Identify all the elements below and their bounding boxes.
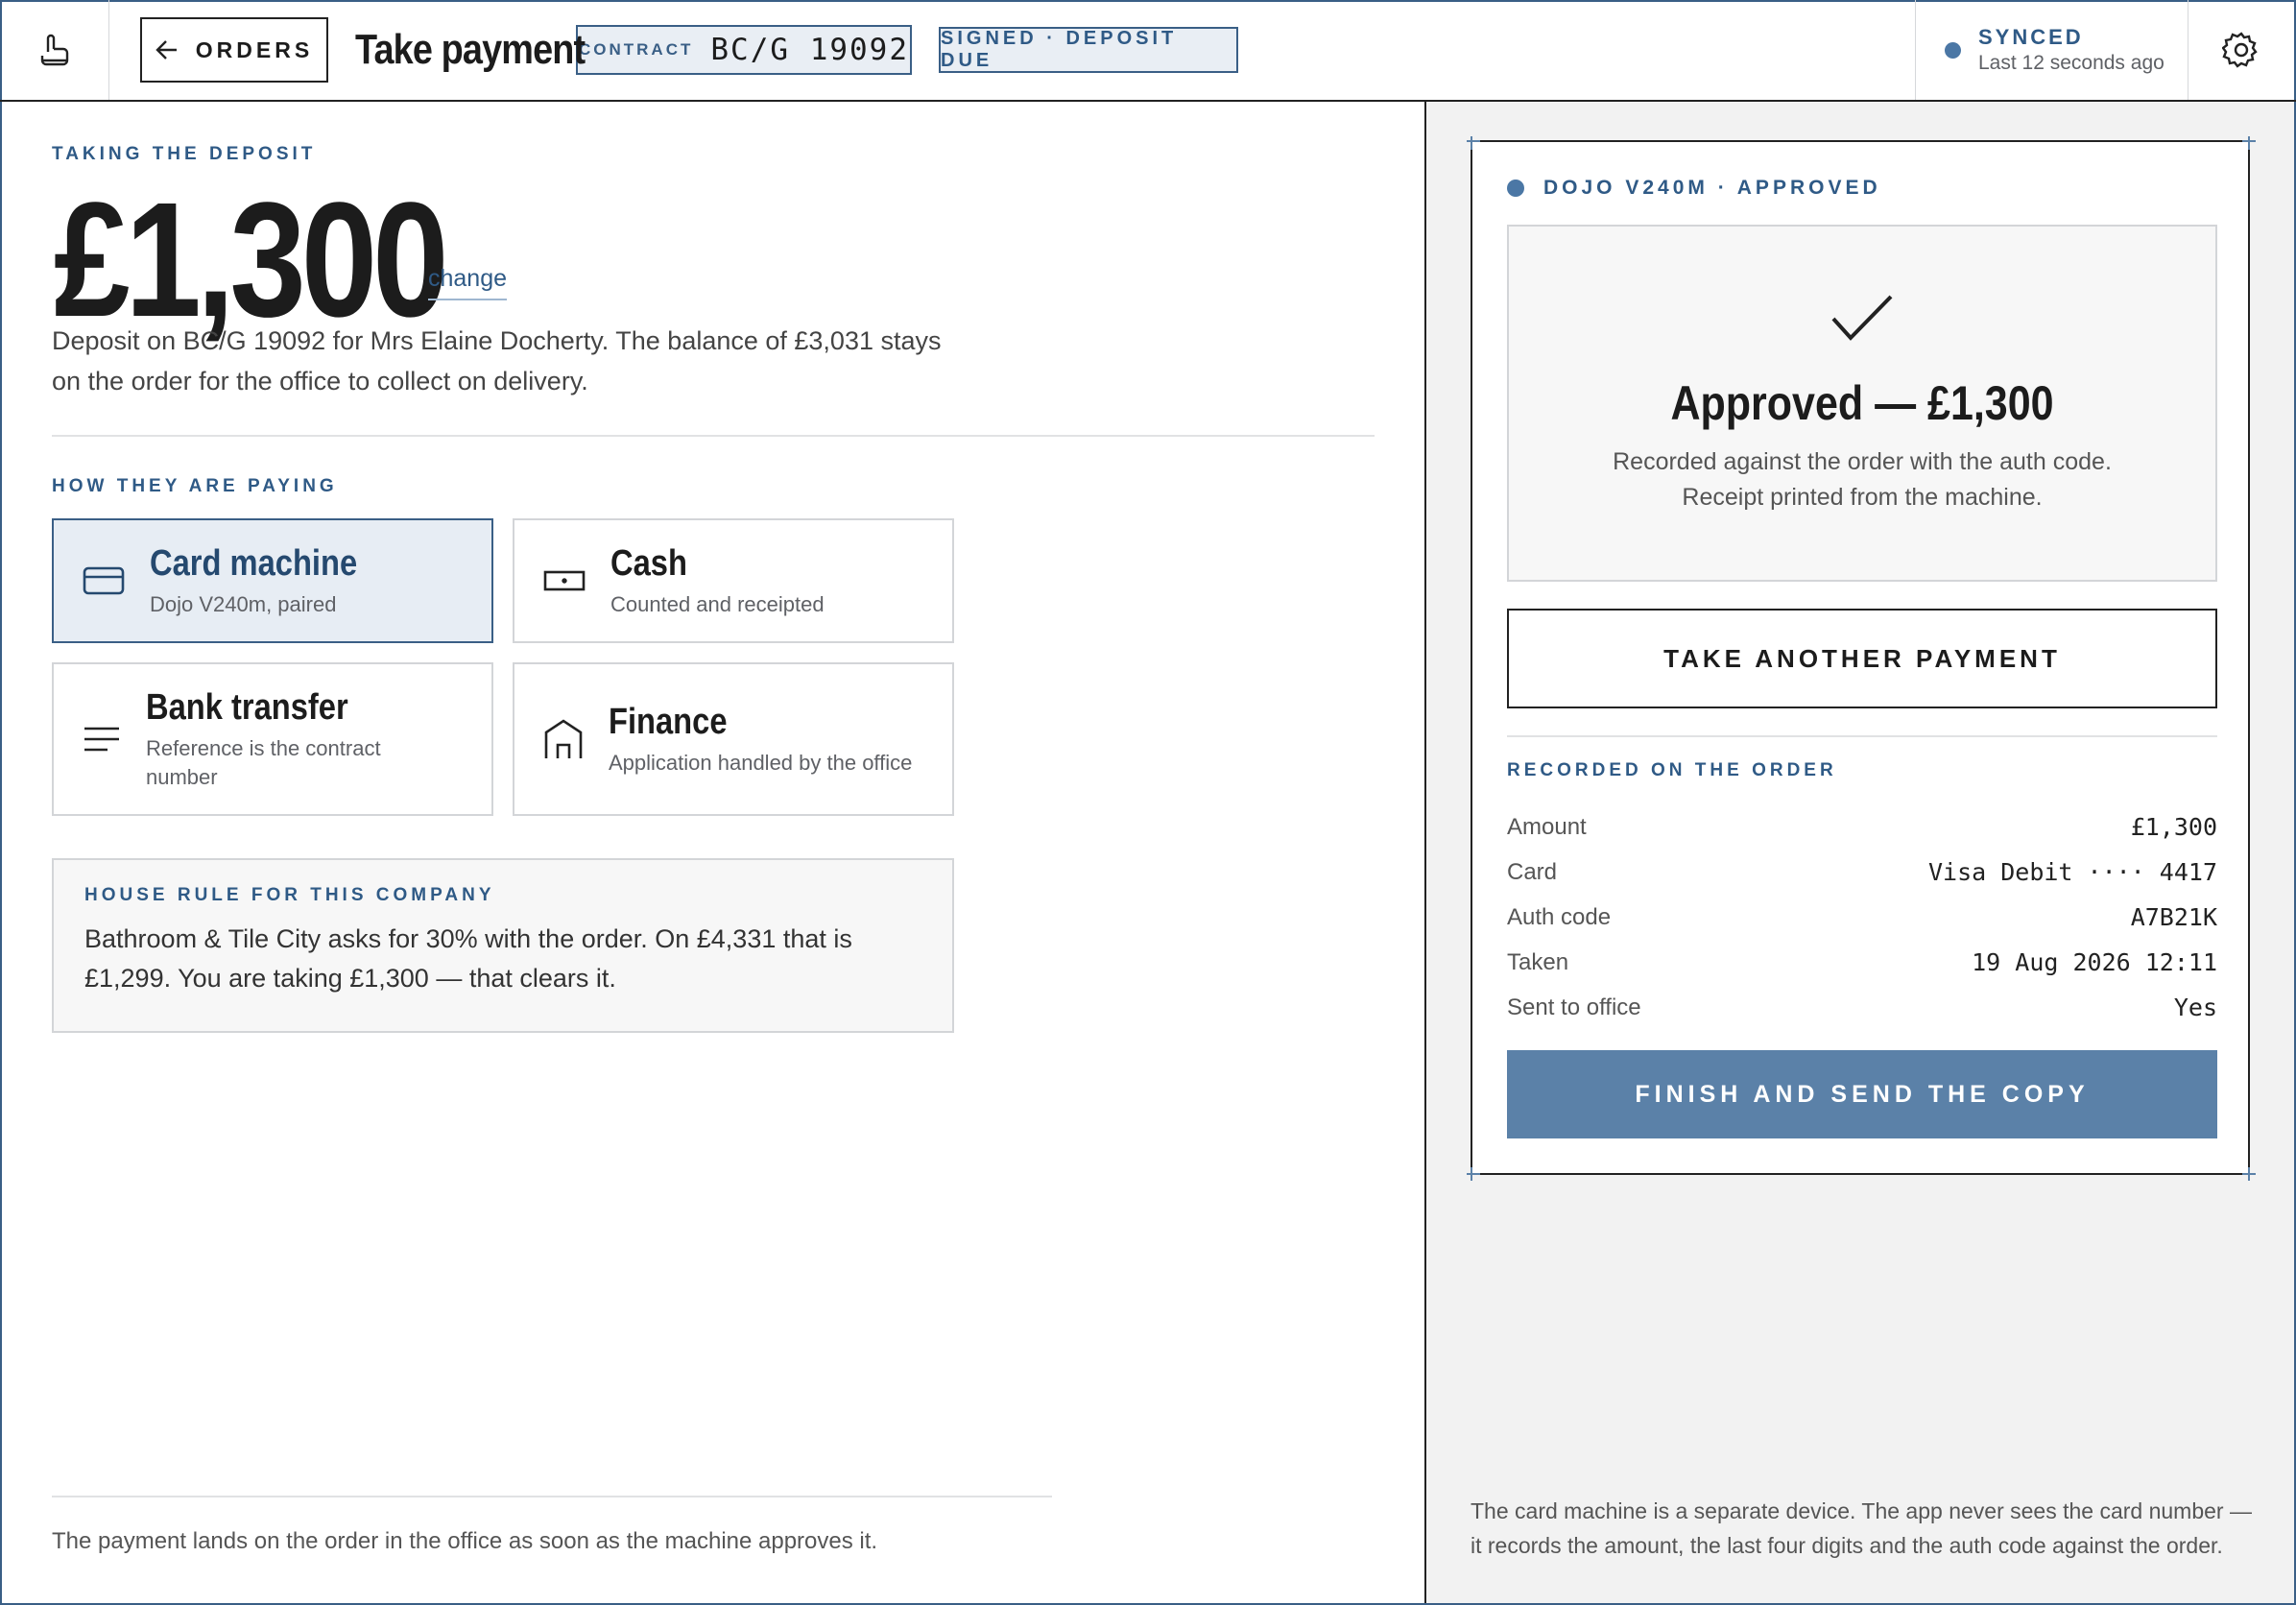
recorded-fields: Amount £1,300 Card Visa Debit ···· 4417 … (1507, 804, 2217, 1030)
divider (1507, 735, 2217, 737)
deposit-amount: £1,300 (54, 169, 449, 351)
method-bank-transfer[interactable]: Bank transfer Reference is the contract … (52, 662, 493, 816)
corner-mark (2248, 136, 2250, 150)
settings-button[interactable] (2188, 0, 2294, 100)
field-key: Sent to office (1507, 994, 1641, 1020)
house-rule-eyebrow: HOUSE RULE FOR THIS COMPANY (84, 885, 495, 905)
back-to-orders-button[interactable]: ORDERS (140, 17, 328, 83)
approved-line-2: Receipt printed from the machine. (1682, 484, 2043, 511)
sync-dot-icon (1945, 41, 1961, 59)
result-panel: DOJO V240M · APPROVED Approved — £1,300 … (1424, 102, 2294, 1603)
status-badge: SIGNED · DEPOSIT DUE (939, 27, 1238, 73)
sync-subtitle: Last 12 seconds ago (1978, 52, 2164, 74)
cash-icon (543, 570, 586, 591)
device-status-text: DOJO V240M · APPROVED (1543, 177, 1881, 199)
contract-label: CONTRACT (578, 40, 694, 59)
hand-icon (40, 34, 68, 66)
method-sub: Reference is the contract number (146, 735, 381, 789)
sync-status: SYNCED Last 12 seconds ago (1915, 0, 2188, 100)
field-row-card: Card Visa Debit ···· 4417 (1507, 850, 2217, 895)
corner-mark (1467, 1173, 1480, 1175)
field-key: Card (1507, 858, 1558, 885)
building-icon (544, 719, 583, 758)
change-amount-link[interactable]: change (428, 265, 508, 300)
method-card-machine[interactable]: Card machine Dojo V240m, paired (52, 518, 493, 643)
field-value: Yes (2173, 994, 2217, 1021)
house-rule-box: HOUSE RULE FOR THIS COMPANY Bathroom & T… (52, 858, 954, 1033)
corner-mark (1467, 140, 1480, 142)
approved-line-1: Recorded against the order with the auth… (1613, 448, 2112, 475)
footer-note-right: The card machine is a separate device. T… (1471, 1498, 2252, 1558)
payment-form: TAKING THE DEPOSIT £1,300 change Deposit… (0, 102, 1424, 1603)
device-status: DOJO V240M · APPROVED (1507, 177, 1881, 200)
status-dot-icon (1507, 180, 1524, 197)
field-row-sent: Sent to office Yes (1507, 985, 2217, 1030)
field-key: Auth code (1507, 903, 1612, 930)
payment-method-eyebrow: HOW THEY ARE PAYING (52, 476, 338, 496)
sync-title: SYNCED (1978, 25, 2084, 49)
finish-and-send-button[interactable]: FINISH AND SEND THE COPY (1507, 1050, 2217, 1138)
divider (52, 1496, 1052, 1497)
field-row-amount: Amount £1,300 (1507, 804, 2217, 850)
approved-box: Approved — £1,300 Recorded against the o… (1507, 225, 2217, 582)
top-bar: ORDERS Take payment CONTRACT BC/G 19092 … (0, 0, 2296, 102)
field-row-auth-code: Auth code A7B21K (1507, 895, 2217, 940)
field-value: £1,300 (2130, 813, 2217, 841)
payment-method-grid: Card machine Dojo V240m, paired Cash Cou… (52, 518, 954, 816)
method-name: Finance (609, 701, 728, 742)
field-value: A7B21K (2130, 903, 2217, 931)
corner-mark (1471, 136, 1472, 150)
method-sub: Application handled by the office (609, 750, 913, 775)
home-button[interactable] (0, 0, 109, 100)
arrow-left-icon (155, 40, 177, 60)
checkmark-icon (1831, 295, 1893, 341)
deposit-description: Deposit on BC/G 19092 for Mrs Elaine Doc… (52, 326, 942, 395)
deposit-eyebrow: TAKING THE DEPOSIT (52, 144, 317, 164)
method-name: Card machine (150, 542, 358, 584)
contract-chip: CONTRACT BC/G 19092 (576, 25, 912, 75)
gear-icon (2222, 32, 2258, 68)
field-key: Amount (1507, 813, 1587, 840)
card-icon (83, 566, 125, 595)
method-cash[interactable]: Cash Counted and receipted (513, 518, 954, 643)
corner-mark (1471, 1167, 1472, 1181)
method-sub: Counted and receipted (610, 591, 825, 616)
method-name: Cash (610, 542, 687, 584)
method-finance[interactable]: Finance Application handled by the offic… (513, 662, 954, 816)
method-sub: Dojo V240m, paired (150, 591, 337, 616)
back-label: ORDERS (195, 36, 314, 62)
take-another-payment-button[interactable]: TAKE ANOTHER PAYMENT (1507, 609, 2217, 708)
page-title: Take payment (355, 26, 586, 73)
footer-note: The payment lands on the order in the of… (52, 1528, 878, 1554)
payment-result-card: DOJO V240M · APPROVED Approved — £1,300 … (1467, 136, 2256, 1181)
recorded-eyebrow: RECORDED ON THE ORDER (1507, 760, 1837, 780)
divider (52, 435, 1375, 437)
method-name: Bank transfer (146, 686, 348, 728)
corner-mark (2248, 1167, 2250, 1181)
house-rule-text: Bathroom & Tile City asks for 30% with t… (84, 924, 852, 993)
contract-number: BC/G 19092 (710, 33, 910, 67)
field-row-taken: Taken 19 Aug 2026 12:11 (1507, 940, 2217, 985)
lines-icon (84, 727, 119, 752)
field-value: 19 Aug 2026 12:11 (1972, 948, 2217, 976)
field-key: Taken (1507, 948, 1569, 975)
field-value: Visa Debit ···· 4417 (1927, 858, 2217, 886)
approved-heading: Approved — £1,300 (1670, 376, 2054, 430)
